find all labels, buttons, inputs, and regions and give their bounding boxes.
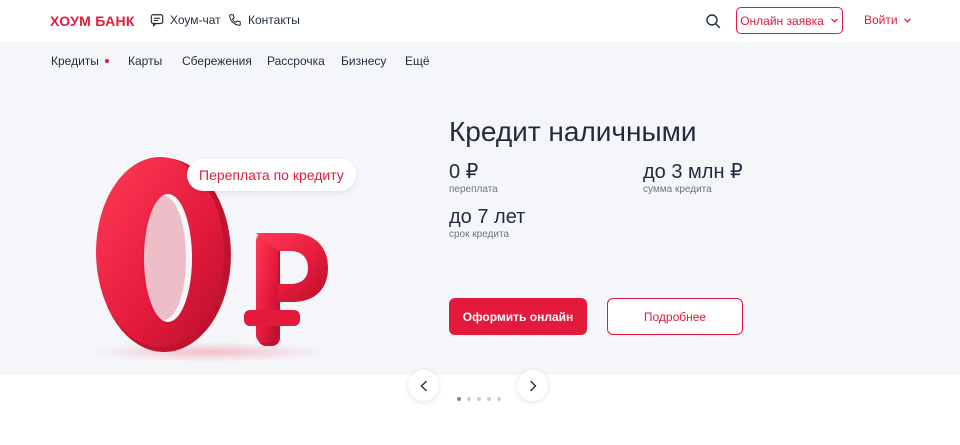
stat-label: сумма кредита bbox=[643, 184, 712, 195]
apply-online-button[interactable]: Оформить онлайн bbox=[449, 298, 587, 335]
search-icon[interactable] bbox=[705, 13, 721, 29]
login-label: Войти bbox=[864, 13, 898, 27]
stat-label: срок кредита bbox=[449, 229, 510, 240]
phone-icon bbox=[229, 14, 241, 26]
nav-item-label: Кредиты bbox=[51, 54, 99, 68]
nav-item-label: Ещё bbox=[405, 54, 430, 68]
nav-item-label: Бизнесу bbox=[341, 54, 387, 68]
contacts-link[interactable]: Контакты bbox=[228, 13, 300, 27]
stat-value: до 7 лет bbox=[449, 206, 526, 228]
page-title: Кредит наличными bbox=[449, 116, 697, 147]
contacts-label: Контакты bbox=[248, 13, 300, 27]
slider-dot[interactable] bbox=[487, 397, 491, 401]
slider-dot[interactable] bbox=[497, 397, 501, 401]
slider-dot[interactable] bbox=[477, 397, 481, 401]
stat-term: до 7 лет срок кредита bbox=[449, 206, 525, 240]
nav-item-label: Сбережения bbox=[182, 54, 252, 68]
stat-amount: до 3 млн ₽ сумма кредита bbox=[643, 161, 743, 195]
online-application-label: Онлайн заявка bbox=[740, 13, 824, 28]
slider-next-button[interactable] bbox=[517, 370, 548, 401]
chevron-left-icon bbox=[420, 380, 427, 391]
stat-overpayment: 0 ₽ переплата bbox=[449, 161, 498, 195]
slider-dot[interactable] bbox=[457, 397, 461, 401]
chat-icon bbox=[150, 14, 164, 27]
nav-item-installments[interactable]: Рассрочка bbox=[267, 54, 325, 68]
nav-item-more[interactable]: Ещё bbox=[405, 54, 430, 68]
chevron-down-icon bbox=[903, 18, 911, 23]
main-nav: Кредиты Карты Сбережения Рассрочка Бизне… bbox=[0, 42, 960, 80]
more-info-button[interactable]: Подробнее bbox=[607, 298, 743, 335]
chevron-down-icon bbox=[830, 18, 838, 23]
slider-prev-button[interactable] bbox=[408, 370, 439, 401]
logo[interactable]: ХОУМ БАНК bbox=[50, 13, 135, 29]
online-application-button[interactable]: Онлайн заявка bbox=[736, 7, 843, 34]
stat-label: переплата bbox=[449, 184, 498, 195]
active-dot-indicator bbox=[104, 59, 109, 63]
chevron-right-icon bbox=[529, 380, 536, 391]
chat-label: Хоум-чат bbox=[170, 13, 221, 27]
slider-dot[interactable] bbox=[467, 397, 471, 401]
overpayment-bubble: Переплата по кредиту bbox=[187, 159, 356, 191]
nav-item-cards[interactable]: Карты bbox=[128, 54, 162, 68]
nav-item-business[interactable]: Бизнесу bbox=[341, 54, 386, 68]
nav-item-label: Рассрочка bbox=[267, 54, 325, 68]
nav-item-credits[interactable]: Кредиты bbox=[51, 54, 109, 68]
login-button[interactable]: Войти bbox=[864, 13, 912, 27]
nav-item-savings[interactable]: Сбережения bbox=[182, 54, 252, 68]
stat-value: до 3 млн ₽ bbox=[643, 161, 743, 183]
nav-item-label: Карты bbox=[128, 54, 163, 68]
chat-link[interactable]: Хоум-чат bbox=[150, 13, 221, 27]
top-header: ХОУМ БАНК Хоум-чат Контакты Онлайн заявк… bbox=[0, 0, 960, 42]
stat-value: 0 ₽ bbox=[449, 161, 479, 183]
slider-pagination bbox=[457, 397, 501, 401]
